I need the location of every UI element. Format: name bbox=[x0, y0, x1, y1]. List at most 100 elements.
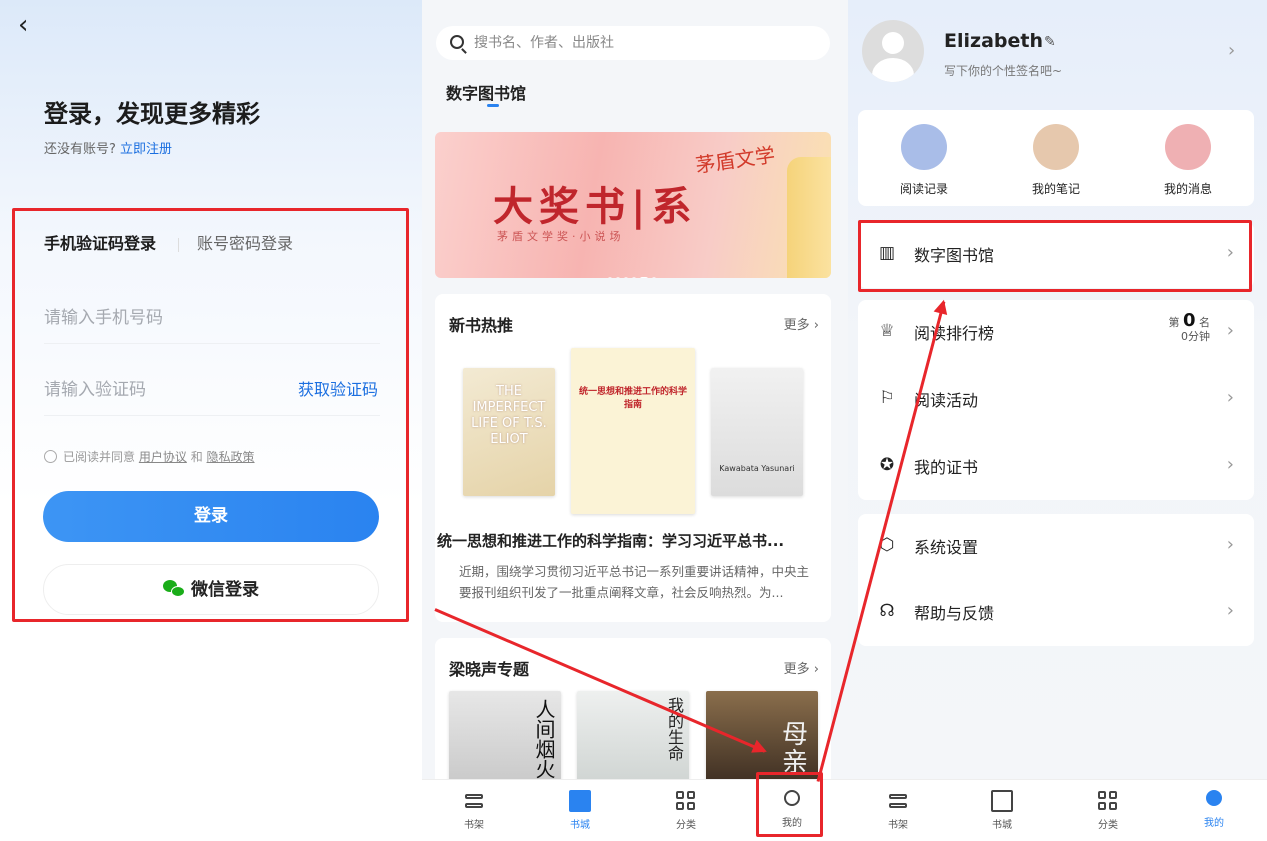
menu-label: 系统设置 bbox=[914, 538, 979, 557]
no-account-text: 还没有账号? bbox=[44, 142, 116, 157]
book-cover[interactable]: 我的生命 bbox=[577, 691, 689, 785]
book-cover[interactable]: 统一思想和推进工作的科学指南 bbox=[571, 348, 695, 514]
banner-tag: 茅盾文学 bbox=[693, 142, 777, 178]
book-cover-text: 统一思想和推进工作的科学指南 bbox=[578, 387, 687, 410]
highlight-box-login bbox=[12, 208, 409, 622]
quick-messages[interactable]: 我的消息 bbox=[1138, 124, 1238, 197]
flag-icon: ⚐ bbox=[879, 388, 895, 408]
tab-label: 书架 bbox=[888, 820, 908, 831]
chevron-right-icon: › bbox=[1226, 534, 1234, 555]
feather-icon bbox=[1033, 124, 1079, 170]
login-panel: ‹ 登录，发现更多精彩 还没有账号? 立即注册 手机验证码登录 账号密码登录 请输… bbox=[0, 0, 422, 841]
rank-minutes: 0分钟 bbox=[1181, 330, 1210, 343]
avatar[interactable] bbox=[862, 20, 924, 82]
chevron-right-icon: › bbox=[1226, 600, 1234, 621]
book-cover[interactable]: Kawabata Yasunari bbox=[711, 368, 803, 496]
menu-label: 阅读排行榜 bbox=[914, 324, 995, 343]
book-cover-text: Kawabata Yasunari bbox=[719, 464, 795, 473]
menu-label: 我的证书 bbox=[914, 458, 979, 477]
headline[interactable]: 统一思想和推进工作的科学指南：学习习近平总书... bbox=[437, 530, 831, 551]
book-icon bbox=[569, 790, 591, 812]
tab-bookstore[interactable]: 书城 bbox=[972, 790, 1032, 831]
headset-icon: ☊ bbox=[879, 601, 895, 621]
chevron-right-icon: › bbox=[1226, 387, 1234, 408]
book-cover-text: 人间烟火 bbox=[532, 699, 556, 779]
tab-bookshelf[interactable]: 书架 bbox=[868, 790, 928, 831]
quick-label: 我的消息 bbox=[1163, 182, 1212, 196]
highlight-box-tab-profile bbox=[756, 772, 823, 837]
banner-title: 大奖书|系 bbox=[493, 183, 698, 230]
banner-subtitle: 茅盾文学奖·小说场 bbox=[497, 230, 625, 243]
new-books-more[interactable]: 更多 › bbox=[784, 314, 819, 333]
edit-icon[interactable]: ✎ bbox=[1044, 34, 1056, 50]
section-title[interactable]: 数字图书馆 bbox=[446, 80, 526, 104]
special-more[interactable]: 更多 › bbox=[784, 658, 819, 677]
certificate-icon: ✪ bbox=[879, 455, 895, 475]
tab-label: 分类 bbox=[676, 820, 696, 831]
trophy-icon: ♕ bbox=[879, 321, 895, 341]
quick-label: 我的笔记 bbox=[1031, 182, 1080, 196]
shelf-icon bbox=[463, 790, 485, 812]
register-hint: 还没有账号? 立即注册 bbox=[44, 138, 172, 157]
menu-item-settings[interactable]: ⬡ 系统设置 › bbox=[858, 514, 1254, 580]
banner-book-image bbox=[787, 157, 831, 278]
new-books-card: 新书热推 更多 › THE IMPERFECT LIFE OF T.S. ELI… bbox=[435, 294, 831, 622]
tab-label: 我的 bbox=[1204, 818, 1224, 829]
tab-profile[interactable]: 我的 bbox=[1184, 790, 1244, 829]
new-books-title: 新书热推 bbox=[449, 316, 514, 335]
menu-group-settings: ⬡ 系统设置 › ☊ 帮助与反馈 › bbox=[858, 514, 1254, 646]
tab-label: 分类 bbox=[1098, 820, 1118, 831]
book-icon bbox=[991, 790, 1013, 812]
search-input[interactable]: 搜书名、作者、出版社 bbox=[436, 26, 830, 60]
quick-notes[interactable]: 我的笔记 bbox=[1006, 124, 1106, 197]
tab-label: 书城 bbox=[992, 820, 1012, 831]
book-cover[interactable]: THE IMPERFECT LIFE OF T.S. ELIOT bbox=[463, 368, 555, 496]
rank-prefix: 第 bbox=[1168, 316, 1180, 329]
register-link[interactable]: 立即注册 bbox=[120, 142, 172, 157]
book-cover-text: 母亲 bbox=[781, 720, 808, 778]
clock-icon bbox=[901, 124, 947, 170]
highlight-box-digital-library bbox=[858, 220, 1252, 292]
book-cover[interactable]: 母亲 bbox=[706, 691, 818, 785]
tab-category[interactable]: 分类 bbox=[656, 790, 716, 831]
rank-suffix: 名 bbox=[1199, 316, 1210, 329]
profile-icon bbox=[1206, 790, 1222, 806]
bottom-tabbar: 书架 书城 分类 我的 bbox=[848, 779, 1267, 841]
tab-bookshelf[interactable]: 书架 bbox=[444, 790, 504, 831]
menu-item-help[interactable]: ☊ 帮助与反馈 › bbox=[858, 580, 1254, 646]
menu-item-ranking[interactable]: ♕ 阅读排行榜 第 0 名 0分钟 › bbox=[858, 300, 1254, 366]
login-title: 登录，发现更多精彩 bbox=[44, 100, 260, 128]
quick-reading-history[interactable]: 阅读记录 bbox=[874, 124, 974, 197]
category-icon bbox=[675, 790, 697, 812]
user-signature[interactable]: 写下你的个性签名吧~ bbox=[944, 62, 1062, 79]
menu-item-certificates[interactable]: ✪ 我的证书 › bbox=[858, 434, 1254, 500]
section-indicator bbox=[487, 104, 499, 107]
tab-label: 书城 bbox=[570, 820, 590, 831]
tab-category[interactable]: 分类 bbox=[1078, 790, 1138, 831]
menu-label: 帮助与反馈 bbox=[914, 604, 995, 623]
special-title: 梁晓声专题 bbox=[449, 660, 530, 679]
chevron-right-icon[interactable]: › bbox=[1228, 40, 1235, 61]
chevron-right-icon: › bbox=[1226, 320, 1234, 341]
carousel-dots bbox=[577, 266, 687, 278]
menu-label: 阅读活动 bbox=[914, 391, 979, 410]
headline-desc: 近期，围绕学习贯彻习近平总书记一系列重要讲话精神，中央主要报刊组织刊发了一批重点… bbox=[459, 564, 810, 600]
shelf-icon bbox=[887, 790, 909, 812]
book-cover-text: THE IMPERFECT LIFE OF T.S. ELIOT bbox=[471, 384, 547, 447]
chevron-right-icon: › bbox=[1226, 454, 1234, 475]
message-icon bbox=[1165, 124, 1211, 170]
rank-number: 0 bbox=[1182, 310, 1196, 331]
tab-label: 书架 bbox=[464, 820, 484, 831]
store-panel: 搜书名、作者、出版社 数字图书馆 茅盾文学 大奖书|系 茅盾文学奖·小说场 新书… bbox=[422, 0, 848, 841]
book-cover[interactable]: 人间烟火 bbox=[449, 691, 561, 785]
banner[interactable]: 茅盾文学 大奖书|系 茅盾文学奖·小说场 bbox=[435, 132, 831, 278]
back-icon[interactable]: ‹ bbox=[18, 10, 28, 40]
search-placeholder: 搜书名、作者、出版社 bbox=[474, 35, 614, 51]
tab-bookstore[interactable]: 书城 bbox=[550, 790, 610, 831]
search-icon bbox=[450, 35, 464, 49]
quick-actions: 阅读记录 我的笔记 我的消息 bbox=[858, 110, 1254, 206]
rank-value: 第 0 名 0分钟 bbox=[1168, 312, 1210, 344]
category-icon bbox=[1097, 790, 1119, 812]
user-name[interactable]: Elizabeth bbox=[944, 30, 1043, 52]
quick-label: 阅读记录 bbox=[899, 182, 948, 196]
